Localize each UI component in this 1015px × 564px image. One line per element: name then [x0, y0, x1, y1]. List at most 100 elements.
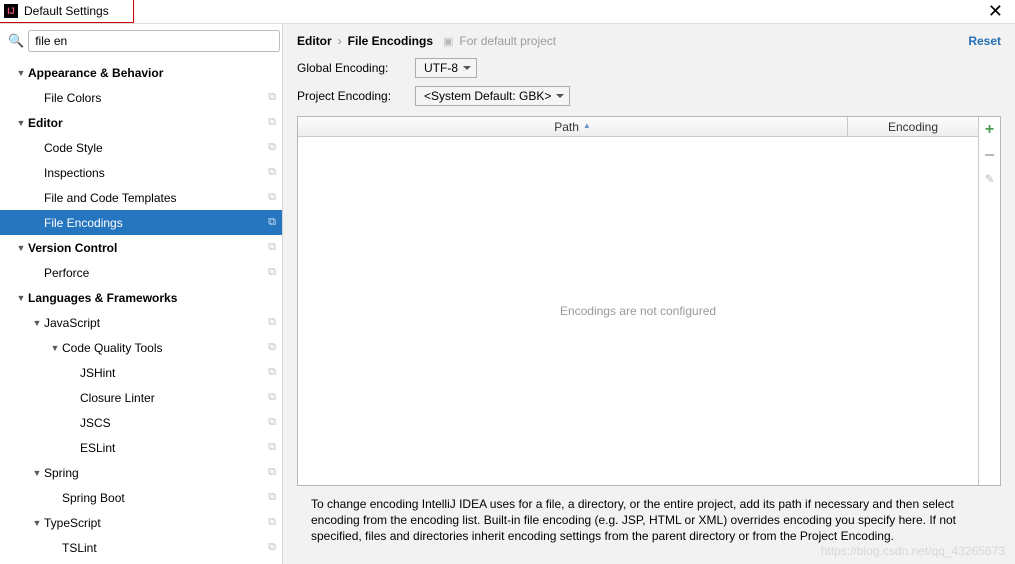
encodings-table: Path ▲ Encoding Encodings are not config…: [297, 116, 1001, 486]
remove-icon: −: [984, 145, 995, 166]
tree-item-inspections[interactable]: Inspections⧉: [0, 160, 282, 185]
global-encoding-row: Global Encoding: UTF-8: [283, 56, 1015, 84]
breadcrumb: Editor › File Encodings ▣ For default pr…: [283, 24, 1015, 56]
tree-item-spring-boot[interactable]: Spring Boot⧉: [0, 485, 282, 510]
global-encoding-label: Global Encoding:: [297, 61, 407, 75]
table-toolbar: + − ✎: [978, 117, 1000, 485]
copy-icon: ⧉: [268, 466, 276, 479]
tree-item-label: JavaScript: [44, 316, 268, 330]
tree-item-label: Closure Linter: [80, 391, 268, 405]
copy-icon: ⧉: [268, 216, 276, 229]
copy-icon: ⧉: [268, 266, 276, 279]
copy-icon: ⧉: [268, 541, 276, 554]
table-header: Path ▲ Encoding: [298, 117, 978, 137]
copy-icon: ⧉: [268, 116, 276, 129]
sort-asc-icon: ▲: [583, 121, 591, 130]
chevron-down-icon: ▼: [48, 343, 62, 353]
column-encoding[interactable]: Encoding: [848, 117, 978, 136]
column-path[interactable]: Path ▲: [298, 117, 848, 136]
chevron-right-icon: ›: [338, 34, 342, 48]
edit-icon: ✎: [984, 172, 994, 186]
help-text: To change encoding IntelliJ IDEA uses fo…: [283, 492, 1015, 553]
title-left: IJ Default Settings: [0, 0, 134, 23]
tree-item-spring[interactable]: ▼Spring⧉: [0, 460, 282, 485]
tree-item-label: Code Quality Tools: [62, 341, 268, 355]
tree-item-jscs[interactable]: JSCS⧉: [0, 410, 282, 435]
tree-item-javascript[interactable]: ▼JavaScript⧉: [0, 310, 282, 335]
table-empty-text: Encodings are not configured: [560, 304, 716, 318]
tree-item-label: TSLint: [62, 541, 268, 555]
tree-item-label: ESLint: [80, 441, 268, 455]
chevron-down-icon: ▼: [30, 468, 44, 478]
settings-tree: ▼Appearance & BehaviorFile Colors⧉▼Edito…: [0, 58, 282, 564]
reset-button[interactable]: Reset: [968, 34, 1001, 48]
chevron-down-icon: ▼: [14, 243, 28, 253]
project-encoding-label: Project Encoding:: [297, 89, 407, 103]
tree-item-perforce[interactable]: Perforce⧉: [0, 260, 282, 285]
tree-item-label: Code Style: [44, 141, 268, 155]
tree-item-label: Version Control: [28, 241, 268, 255]
tree-item-code-style[interactable]: Code Style⧉: [0, 135, 282, 160]
tree-item-file-encodings[interactable]: File Encodings⧉: [0, 210, 282, 235]
copy-icon: ⧉: [268, 391, 276, 404]
window-title: Default Settings: [24, 4, 109, 18]
chevron-down-icon: ▼: [14, 68, 28, 78]
project-encoding-combo[interactable]: <System Default: GBK>: [415, 86, 570, 106]
tree-item-closure-linter[interactable]: Closure Linter⧉: [0, 385, 282, 410]
copy-icon: ⧉: [268, 241, 276, 254]
table-body: Encodings are not configured: [298, 137, 978, 485]
tree-item-label: Appearance & Behavior: [28, 66, 276, 80]
tree-item-code-quality-tools[interactable]: ▼Code Quality Tools⧉: [0, 335, 282, 360]
main-panel: Editor › File Encodings ▣ For default pr…: [283, 24, 1015, 564]
tree-item-label: Spring: [44, 466, 268, 480]
title-bar: IJ Default Settings ✕: [0, 0, 1015, 24]
copy-icon: ⧉: [268, 341, 276, 354]
chevron-down-icon: ▼: [30, 318, 44, 328]
copy-icon: ⧉: [268, 91, 276, 104]
tree-item-appearance-behavior[interactable]: ▼Appearance & Behavior: [0, 60, 282, 85]
copy-icon: ⧉: [268, 516, 276, 529]
search-row: 🔍 ⊗: [0, 24, 282, 58]
tree-item-label: Spring Boot: [62, 491, 268, 505]
search-icon: 🔍: [8, 33, 24, 49]
table-main: Path ▲ Encoding Encodings are not config…: [298, 117, 978, 485]
project-icon: ▣: [443, 35, 453, 48]
copy-icon: ⧉: [268, 416, 276, 429]
copy-icon: ⧉: [268, 441, 276, 454]
tree-item-jshint[interactable]: JSHint⧉: [0, 360, 282, 385]
tree-item-label: JSCS: [80, 416, 268, 430]
chevron-down-icon: ▼: [14, 293, 28, 303]
copy-icon: ⧉: [268, 191, 276, 204]
tree-item-file-and-code-templates[interactable]: File and Code Templates⧉: [0, 185, 282, 210]
tree-item-label: Inspections: [44, 166, 268, 180]
tree-item-file-colors[interactable]: File Colors⧉: [0, 85, 282, 110]
copy-icon: ⧉: [268, 141, 276, 154]
copy-icon: ⧉: [268, 491, 276, 504]
tree-item-label: Languages & Frameworks: [28, 291, 276, 305]
tree-item-label: Editor: [28, 116, 268, 130]
tree-item-editor[interactable]: ▼Editor⧉: [0, 110, 282, 135]
project-encoding-row: Project Encoding: <System Default: GBK>: [283, 84, 1015, 112]
search-input[interactable]: [28, 30, 280, 52]
breadcrumb-part1: Editor: [297, 34, 332, 48]
global-encoding-combo[interactable]: UTF-8: [415, 58, 477, 78]
tree-item-tslint[interactable]: TSLint⧉: [0, 535, 282, 560]
tree-item-version-control[interactable]: ▼Version Control⧉: [0, 235, 282, 260]
tree-item-label: Perforce: [44, 266, 268, 280]
sidebar: 🔍 ⊗ ▼Appearance & BehaviorFile Colors⧉▼E…: [0, 24, 283, 564]
tree-item-typescript[interactable]: ▼TypeScript⧉: [0, 510, 282, 535]
copy-icon: ⧉: [268, 316, 276, 329]
tree-item-label: TypeScript: [44, 516, 268, 530]
tree-item-label: File Colors: [44, 91, 268, 105]
tree-item-languages-frameworks[interactable]: ▼Languages & Frameworks: [0, 285, 282, 310]
close-icon[interactable]: ✕: [976, 1, 1015, 22]
chevron-down-icon: ▼: [14, 118, 28, 128]
tree-item-eslint[interactable]: ESLint⧉: [0, 435, 282, 460]
chevron-down-icon: ▼: [30, 518, 44, 528]
app-icon: IJ: [4, 4, 18, 18]
add-icon[interactable]: +: [985, 121, 994, 139]
tree-item-label: File Encodings: [44, 216, 268, 230]
copy-icon: ⧉: [268, 366, 276, 379]
breadcrumb-part2: File Encodings: [348, 34, 433, 48]
breadcrumb-hint: For default project: [459, 34, 556, 48]
